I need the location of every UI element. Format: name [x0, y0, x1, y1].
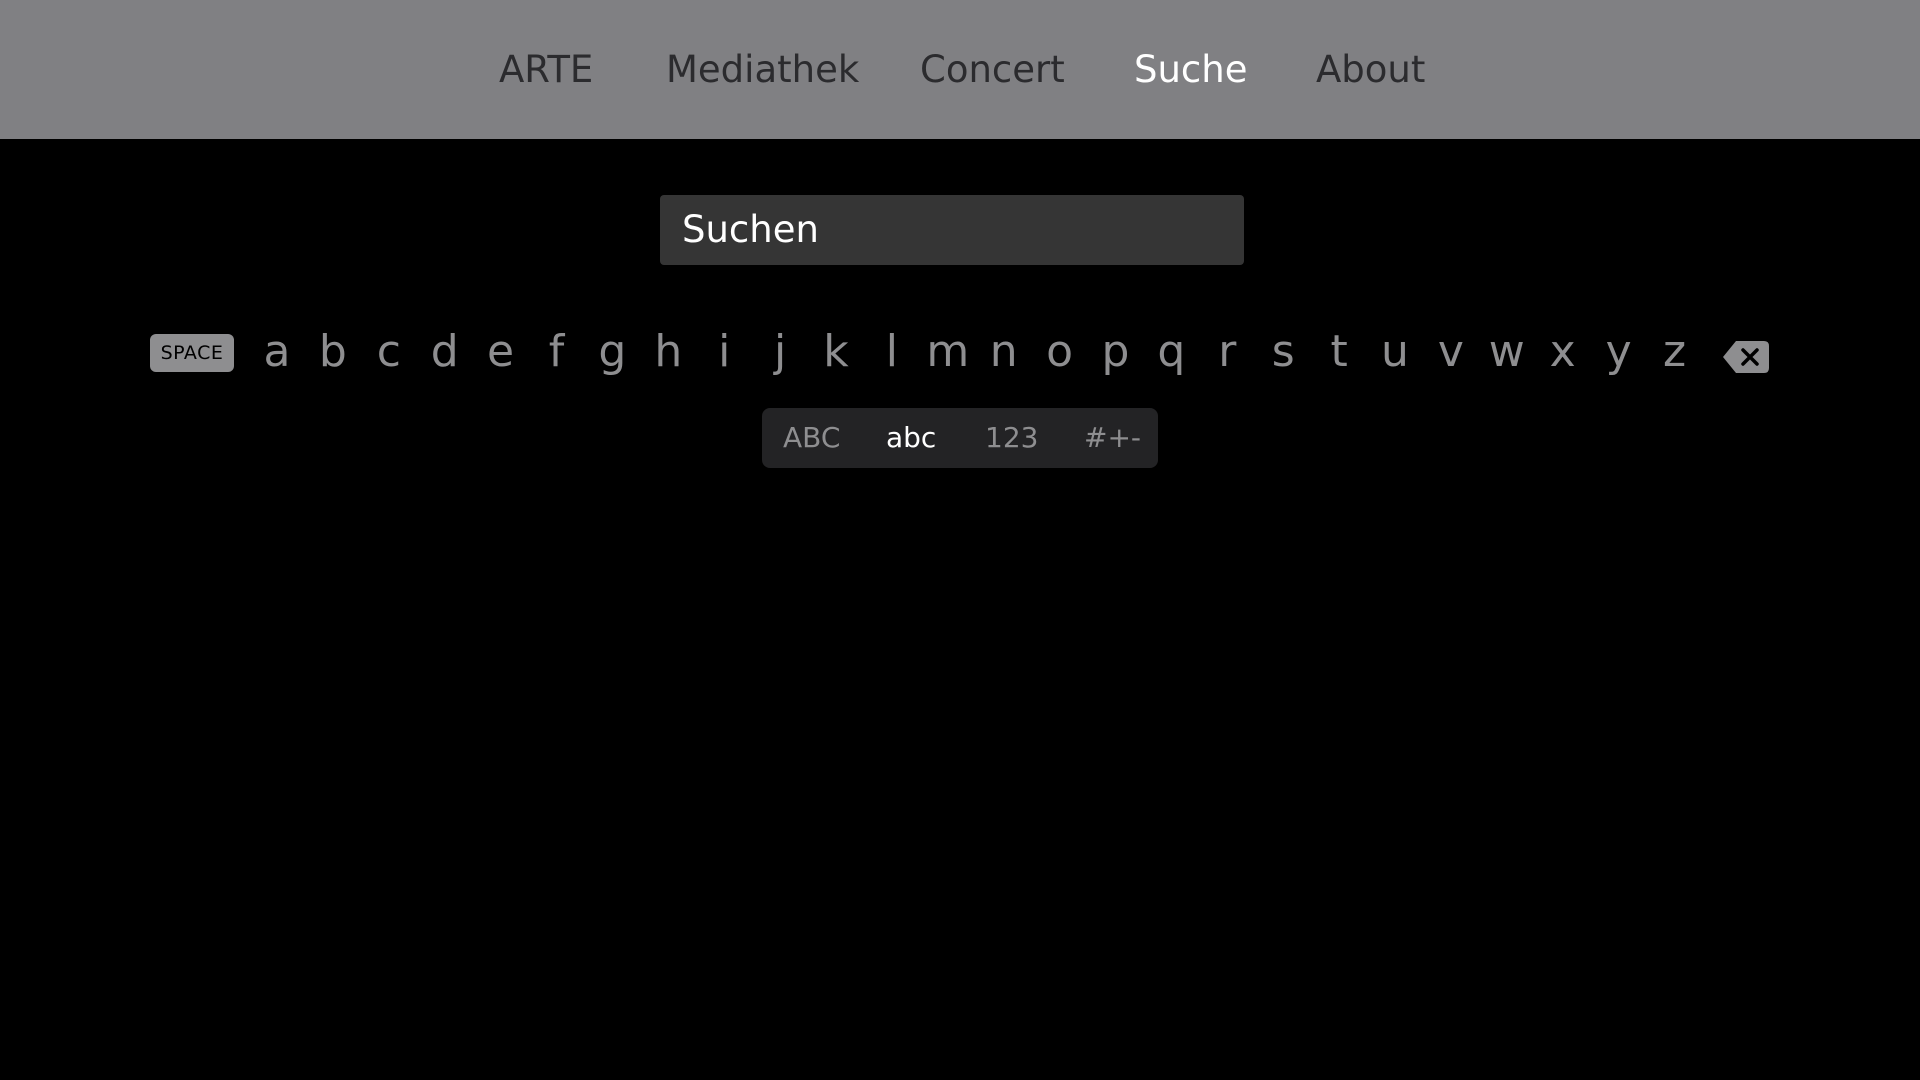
mode-numbers[interactable]: 123 — [985, 408, 1038, 468]
key-j[interactable]: j — [755, 320, 805, 390]
key-d[interactable]: d — [420, 320, 470, 390]
key-f[interactable]: f — [532, 320, 582, 390]
key-k[interactable]: k — [811, 320, 861, 390]
mode-symbols[interactable]: #+- — [1084, 408, 1141, 468]
key-r[interactable]: r — [1202, 320, 1252, 390]
key-h[interactable]: h — [643, 320, 693, 390]
key-p[interactable]: p — [1091, 320, 1141, 390]
key-y[interactable]: y — [1594, 320, 1644, 390]
key-t[interactable]: t — [1314, 320, 1364, 390]
key-z[interactable]: z — [1650, 320, 1700, 390]
key-n[interactable]: n — [979, 320, 1029, 390]
mode-lowercase[interactable]: abc — [886, 408, 936, 468]
key-g[interactable]: g — [587, 320, 637, 390]
keyboard-mode-switch: ABC abc 123 #+- — [762, 408, 1158, 468]
key-m[interactable]: m — [923, 320, 973, 390]
key-o[interactable]: o — [1035, 320, 1085, 390]
tab-concert[interactable]: Concert — [920, 40, 1065, 100]
key-s[interactable]: s — [1258, 320, 1308, 390]
key-l[interactable]: l — [867, 320, 917, 390]
key-b[interactable]: b — [308, 320, 358, 390]
tab-about[interactable]: About — [1316, 40, 1425, 100]
search-input[interactable]: Suchen — [660, 195, 1244, 265]
tab-arte[interactable]: ARTE — [499, 40, 593, 100]
key-w[interactable]: w — [1482, 320, 1532, 390]
tab-mediathek[interactable]: Mediathek — [666, 40, 859, 100]
key-q[interactable]: q — [1146, 320, 1196, 390]
tab-suche[interactable]: Suche — [1134, 40, 1248, 100]
key-e[interactable]: e — [476, 320, 526, 390]
key-a[interactable]: a — [252, 320, 302, 390]
key-v[interactable]: v — [1426, 320, 1476, 390]
key-u[interactable]: u — [1370, 320, 1420, 390]
delete-backspace-icon[interactable] — [1722, 340, 1770, 374]
search-placeholder: Suchen — [682, 208, 819, 251]
key-c[interactable]: c — [364, 320, 414, 390]
keyboard-letter-row: SPACE abcdefghijklmnopqrstuvwxyz — [0, 320, 1920, 390]
key-x[interactable]: x — [1538, 320, 1588, 390]
key-i[interactable]: i — [699, 320, 749, 390]
tv-search-screen: ARTE Mediathek Concert Suche About Suche… — [0, 0, 1920, 1080]
mode-uppercase[interactable]: ABC — [783, 408, 840, 468]
space-key[interactable]: SPACE — [150, 334, 234, 372]
top-navigation-bar: ARTE Mediathek Concert Suche About — [0, 0, 1920, 139]
